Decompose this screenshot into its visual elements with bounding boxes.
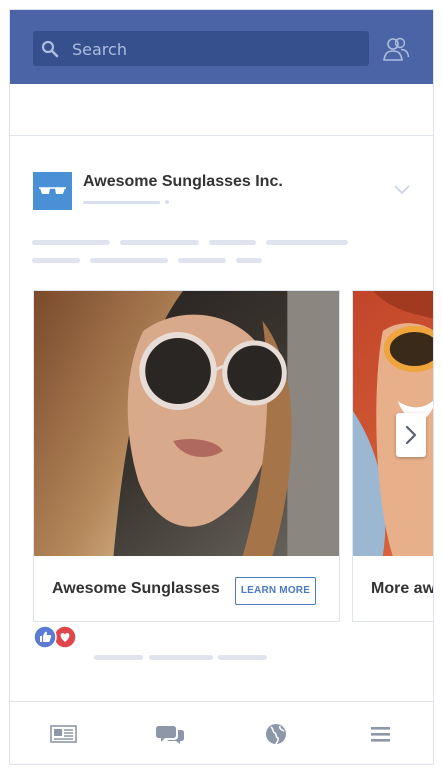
top-bar: Search	[10, 10, 433, 84]
text-placeholder	[209, 240, 256, 245]
page-name[interactable]: Awesome Sunglasses Inc.	[83, 173, 283, 191]
chevron-right-icon	[405, 425, 417, 445]
text-placeholder	[266, 240, 348, 245]
friends-icon[interactable]	[382, 36, 410, 62]
carousel-card[interactable]: Awesome Sunglasses LEARN MORE	[33, 290, 340, 622]
text-placeholder	[90, 258, 168, 263]
text-placeholder	[178, 258, 226, 263]
search-icon	[41, 40, 59, 58]
reaction-count-placeholder	[94, 655, 143, 660]
text-placeholder	[120, 240, 199, 245]
news-feed-icon[interactable]	[50, 722, 78, 746]
meta-dot	[165, 200, 169, 204]
hamburger-icon[interactable]	[368, 722, 396, 746]
reaction-count-placeholder	[218, 655, 267, 660]
reactions[interactable]	[33, 625, 77, 649]
composer-placeholder	[10, 84, 433, 136]
chat-icon[interactable]	[156, 722, 184, 746]
app-frame: Search Awesome Sunglasses Inc. Awesome S…	[9, 9, 434, 765]
text-placeholder	[32, 240, 110, 245]
product-photo	[34, 291, 339, 556]
search-placeholder: Search	[72, 40, 127, 59]
learn-more-button[interactable]: LEARN MORE	[235, 577, 316, 605]
card-title: Awesome Sunglasses	[52, 580, 220, 597]
bottom-tab-bar	[10, 702, 433, 764]
text-placeholder	[32, 258, 80, 263]
sunglasses-icon	[39, 187, 66, 194]
search-input[interactable]: Search	[33, 31, 369, 66]
globe-icon[interactable]	[262, 722, 290, 746]
carousel-next-button[interactable]	[396, 413, 426, 457]
card-title: More awe	[371, 580, 434, 597]
reaction-count-placeholder	[149, 655, 213, 660]
text-placeholder	[236, 258, 262, 263]
sponsored-post: Awesome Sunglasses Inc. Awesome Sunglass…	[10, 137, 434, 702]
chevron-down-icon[interactable]	[393, 184, 411, 196]
page-avatar[interactable]	[33, 172, 72, 210]
timestamp-placeholder	[83, 201, 160, 204]
